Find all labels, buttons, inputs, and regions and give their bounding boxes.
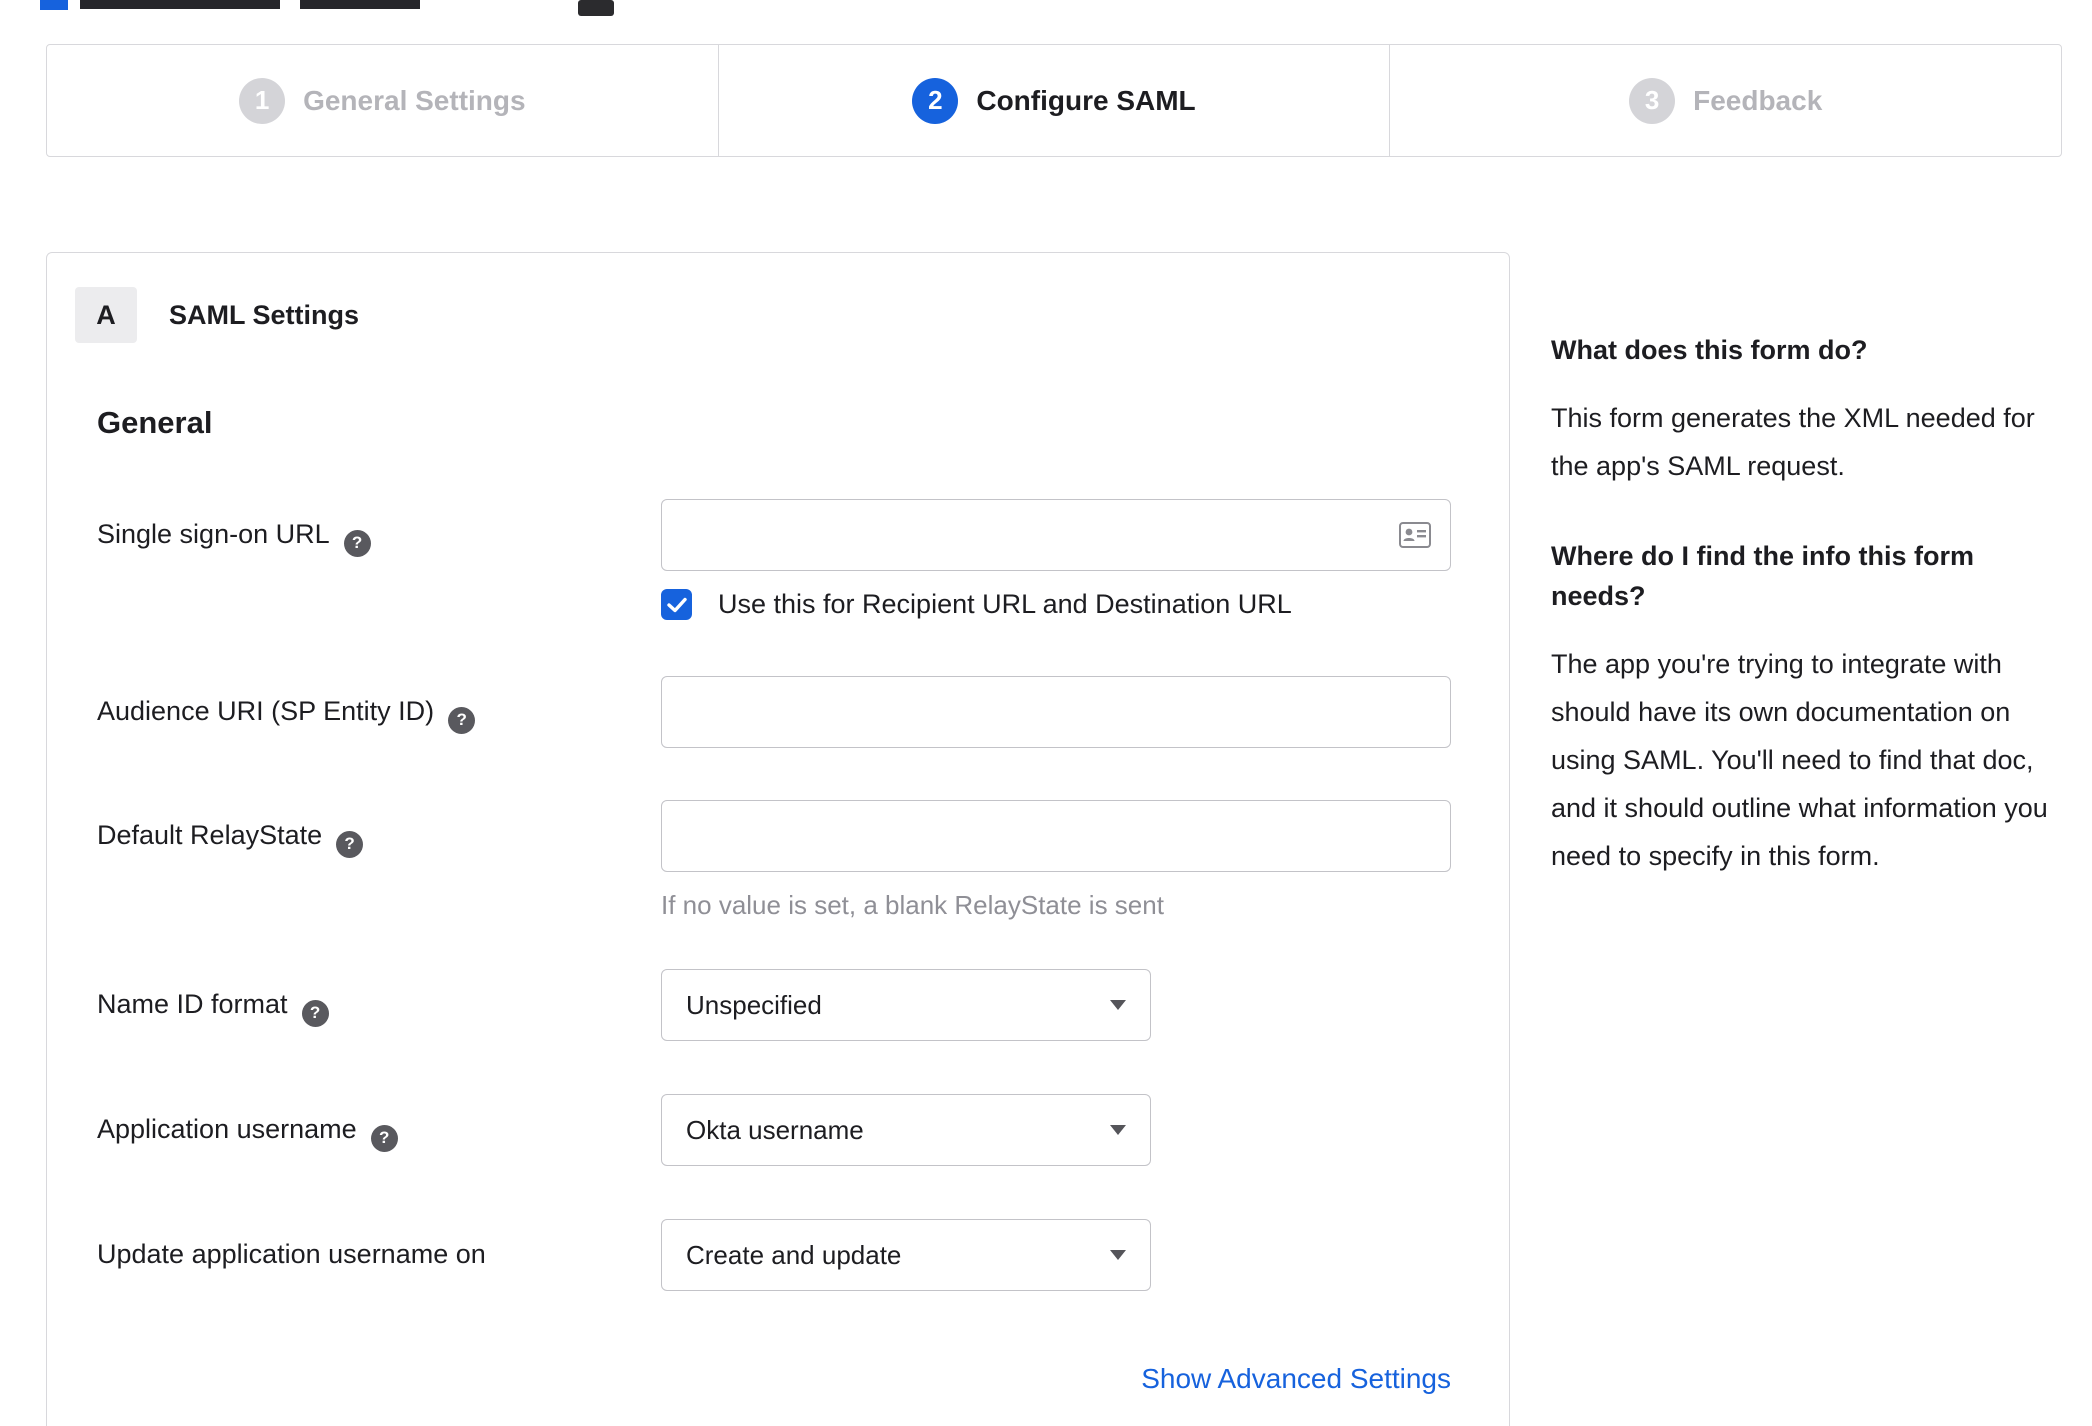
recipient-url-checkbox-label[interactable]: Use this for Recipient URL and Destinati… xyxy=(718,589,1292,620)
chevron-down-icon xyxy=(1110,1125,1126,1135)
cutoff-title-fragment xyxy=(80,0,280,9)
section-a-badge: A xyxy=(75,287,137,343)
step-configure-saml[interactable]: 2 Configure SAML xyxy=(717,45,1390,156)
select-value: Okta username xyxy=(686,1114,864,1145)
panel-title: SAML Settings xyxy=(169,299,360,330)
cutoff-logo-fragment xyxy=(40,0,68,10)
step-number-badge: 2 xyxy=(912,77,959,124)
sso-url-label: Single sign-on URL? xyxy=(97,499,661,557)
help-icon[interactable]: ? xyxy=(336,830,364,858)
update-app-username-select[interactable]: Create and update xyxy=(661,1219,1151,1291)
step-number-badge: 1 xyxy=(239,77,286,124)
audience-uri-input[interactable] xyxy=(661,676,1451,748)
name-id-format-label: Name ID format? xyxy=(97,969,661,1027)
app-username-row: Application username? Okta username xyxy=(97,1094,1509,1166)
name-id-format-select[interactable]: Unspecified xyxy=(661,969,1151,1041)
saml-settings-panel: A SAML Settings General Single sign-on U… xyxy=(46,252,1510,1426)
cutoff-title-fragment xyxy=(300,0,420,9)
audience-uri-label: Audience URI (SP Entity ID)? xyxy=(97,676,661,734)
select-value: Create and update xyxy=(686,1239,902,1270)
relay-state-hint: If no value is set, a blank RelayState i… xyxy=(661,890,1164,920)
app-username-label: Application username? xyxy=(97,1094,661,1152)
step-number-badge: 3 xyxy=(1629,77,1676,124)
help-answer-1: This form generates the XML needed for t… xyxy=(1551,403,2035,481)
audience-uri-row: Audience URI (SP Entity ID)? xyxy=(97,676,1509,748)
relay-state-label: Default RelayState? xyxy=(97,800,661,858)
cutoff-gear-icon xyxy=(578,0,614,16)
sso-url-input[interactable] xyxy=(661,499,1451,571)
name-id-format-row: Name ID format? Unspecified xyxy=(97,969,1509,1041)
step-general-settings[interactable]: 1 General Settings xyxy=(47,45,718,156)
help-answer-2: The app you're trying to integrate with … xyxy=(1551,649,2048,871)
help-icon[interactable]: ? xyxy=(448,706,476,734)
update-app-username-label: Update application username on xyxy=(97,1239,486,1269)
relay-state-row: Default RelayState? If no value is set, … xyxy=(97,800,1509,921)
contact-card-icon[interactable] xyxy=(1399,522,1431,553)
chevron-down-icon xyxy=(1110,1250,1126,1260)
step-label: General Settings xyxy=(303,84,526,116)
help-icon[interactable]: ? xyxy=(301,999,329,1027)
step-feedback[interactable]: 3 Feedback xyxy=(1389,45,2061,156)
help-question-2: Where do I find the info this form needs… xyxy=(1551,541,1974,611)
show-advanced-settings-link[interactable]: Show Advanced Settings xyxy=(1141,1363,1451,1394)
help-sidebar: What does this form do? This form genera… xyxy=(1551,330,2065,926)
relay-state-input[interactable] xyxy=(661,800,1451,872)
wizard-stepper: 1 General Settings 2 Configure SAML 3 Fe… xyxy=(46,44,2062,157)
general-section-title: General xyxy=(97,405,213,440)
sso-url-row: Single sign-on URL? Use this for Recipie… xyxy=(97,499,1509,620)
step-label: Configure SAML xyxy=(976,84,1196,116)
chevron-down-icon xyxy=(1110,1000,1126,1010)
step-label: Feedback xyxy=(1693,84,1823,116)
help-question-1: What does this form do? xyxy=(1551,335,1868,365)
app-username-select[interactable]: Okta username xyxy=(661,1094,1151,1166)
update-app-username-row: Update application username on Create an… xyxy=(97,1219,1509,1291)
help-icon[interactable]: ? xyxy=(370,1124,398,1152)
recipient-url-checkbox[interactable] xyxy=(661,589,692,620)
help-icon[interactable]: ? xyxy=(343,529,371,557)
select-value: Unspecified xyxy=(686,989,822,1020)
